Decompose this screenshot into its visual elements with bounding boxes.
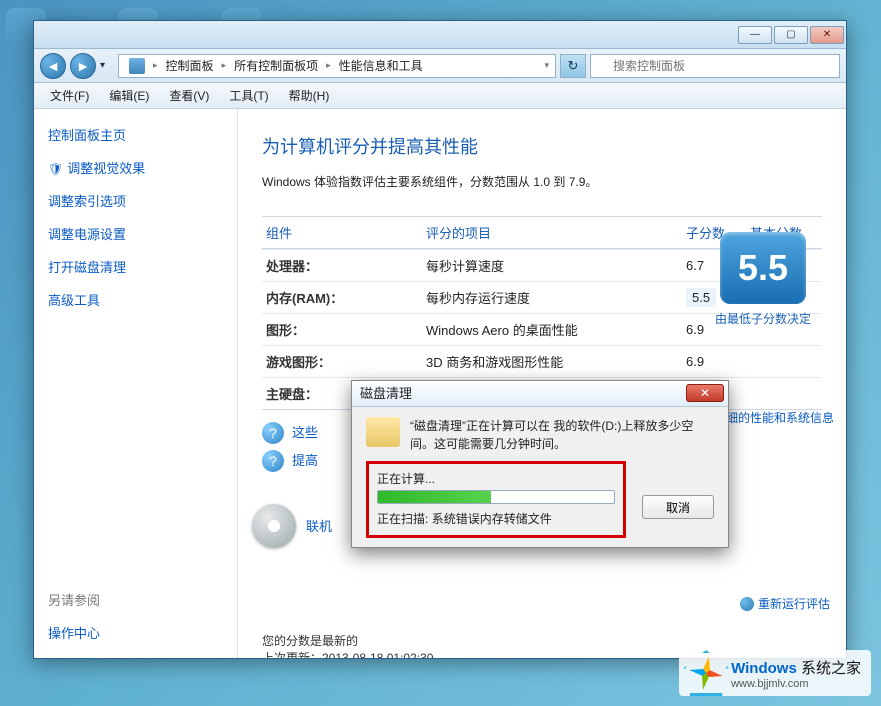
highlighted-progress-area: 正在计算... 正在扫描: 系统错误内存转储文件 (366, 461, 626, 538)
progress-label: 正在计算... (377, 470, 615, 487)
crumb-perf-info[interactable]: 性能信息和工具 (333, 57, 429, 74)
watermark-url: www.bjjmlv.com (731, 678, 861, 690)
row-score: 5.5 (686, 288, 716, 307)
online-link[interactable]: 联机 (306, 516, 332, 535)
base-score-value: 5.5 (720, 232, 806, 304)
crumb-control-panel[interactable]: 控制面板 (160, 57, 220, 74)
menu-file[interactable]: 文件(F) (40, 87, 99, 104)
breadcrumb-dropdown-icon[interactable]: ▾ (542, 60, 551, 71)
watermark-logo-icon (689, 656, 723, 690)
history-dropdown[interactable]: ▾ (100, 60, 114, 71)
tip-link-1[interactable]: 这些 (292, 422, 318, 441)
page-title: 为计算机评分并提高其性能 (262, 133, 822, 159)
sidebar-item-indexing[interactable]: 调整索引选项 (48, 191, 223, 210)
base-score-badge: 5.5 由最低子分数决定 (714, 232, 812, 327)
row-label: 处理器： (266, 256, 426, 275)
dialog-title: 磁盘清理 ✕ (352, 381, 728, 407)
close-button[interactable]: ✕ (810, 26, 844, 44)
progress-bar (377, 490, 615, 504)
scan-item: 系统错误内存转储文件 (432, 512, 552, 526)
crumb-sep-icon: ▸ (220, 60, 229, 71)
col-item: 评分的项目 (426, 223, 686, 242)
page-description: Windows 体验指数评估主要系统组件，分数范围从 1.0 到 7.9。 (262, 173, 822, 190)
row-label: 内存(RAM)： (266, 288, 426, 307)
address-bar: ◄ ► ▾ ▸ 控制面板 ▸ 所有控制面板项 ▸ 性能信息和工具 ▾ ↻ (34, 49, 846, 83)
sidebar-home[interactable]: 控制面板主页 (48, 125, 223, 144)
score-latest: 您的分数是最新的 (262, 632, 822, 649)
scan-prefix: 正在扫描: (377, 512, 428, 526)
menu-tools[interactable]: 工具(T) (219, 87, 278, 104)
tip-link-2[interactable]: 提高 (292, 450, 318, 469)
sidebar-item-visual-effects[interactable]: 调整视觉效果 (48, 158, 223, 177)
row-label: 图形： (266, 320, 426, 339)
see-also-heading: 另请参阅 (48, 590, 223, 609)
cancel-button[interactable]: 取消 (642, 495, 714, 519)
row-item: Windows Aero 的桌面性能 (426, 320, 686, 339)
disc-icon (252, 504, 296, 548)
cleanup-icon (366, 417, 400, 447)
sidebar-item-disk-cleanup[interactable]: 打开磁盘清理 (48, 257, 223, 276)
menu-edit[interactable]: 编辑(E) (99, 87, 159, 104)
dialog-close-button[interactable]: ✕ (686, 384, 724, 402)
crumb-all-items[interactable]: 所有控制面板项 (228, 57, 324, 74)
row-label: 游戏图形： (266, 352, 426, 371)
col-component: 组件 (266, 223, 426, 242)
table-row: 游戏图形： 3D 商务和游戏图形性能 6.9 (262, 345, 822, 377)
scan-status: 正在扫描: 系统错误内存转储文件 (377, 510, 615, 527)
perf-info-window: — ▢ ✕ ◄ ► ▾ ▸ 控制面板 ▸ 所有控制面板项 ▸ 性能信息和工具 ▾… (33, 20, 847, 659)
info-icon: ? (262, 422, 284, 444)
row-score: 6.9 (686, 354, 750, 369)
maximize-button[interactable]: ▢ (774, 26, 808, 44)
breadcrumb[interactable]: ▸ 控制面板 ▸ 所有控制面板项 ▸ 性能信息和工具 ▾ (118, 54, 556, 78)
detailed-perf-link[interactable]: 细的性能和系统信息 (726, 409, 834, 426)
sidebar: 控制面板主页 调整视觉效果 调整索引选项 调整电源设置 打开磁盘清理 高级工具 … (34, 109, 238, 658)
dialog-title-text: 磁盘清理 (360, 386, 412, 401)
refresh-button[interactable]: ↻ (560, 54, 586, 78)
forward-button[interactable]: ► (70, 53, 96, 79)
minimize-button[interactable]: — (738, 26, 772, 44)
menu-bar: 文件(F) 编辑(E) 查看(V) 工具(T) 帮助(H) (34, 83, 846, 109)
rerun-assessment-link[interactable]: 重新运行评估 (740, 595, 830, 612)
dialog-message: “磁盘清理”正在计算可以在 我的软件(D:)上释放多少空间。这可能需要几分钟时间… (410, 417, 714, 453)
disk-cleanup-dialog: 磁盘清理 ✕ “磁盘清理”正在计算可以在 我的软件(D:)上释放多少空间。这可能… (351, 380, 729, 548)
sidebar-action-center[interactable]: 操作中心 (48, 623, 223, 642)
progress-fill (378, 491, 491, 503)
menu-help[interactable]: 帮助(H) (279, 87, 340, 104)
base-score-caption: 由最低子分数决定 (714, 310, 812, 327)
menu-view[interactable]: 查看(V) (159, 87, 219, 104)
sidebar-item-power[interactable]: 调整电源设置 (48, 224, 223, 243)
crumb-sep-icon: ▸ (324, 60, 333, 71)
sidebar-item-advanced-tools[interactable]: 高级工具 (48, 290, 223, 309)
row-item: 每秒计算速度 (426, 256, 686, 275)
row-item: 每秒内存运行速度 (426, 288, 686, 307)
titlebar: — ▢ ✕ (34, 21, 846, 49)
back-button[interactable]: ◄ (40, 53, 66, 79)
search-input[interactable] (590, 54, 840, 78)
row-item: 3D 商务和游戏图形性能 (426, 352, 686, 371)
watermark-brand: Windows 系统之家 (731, 657, 861, 678)
watermark: Windows 系统之家 www.bjjmlv.com (679, 650, 871, 696)
crumb-sep-icon: ▸ (151, 60, 160, 71)
control-panel-icon (129, 58, 145, 74)
info-icon: ? (262, 450, 284, 472)
